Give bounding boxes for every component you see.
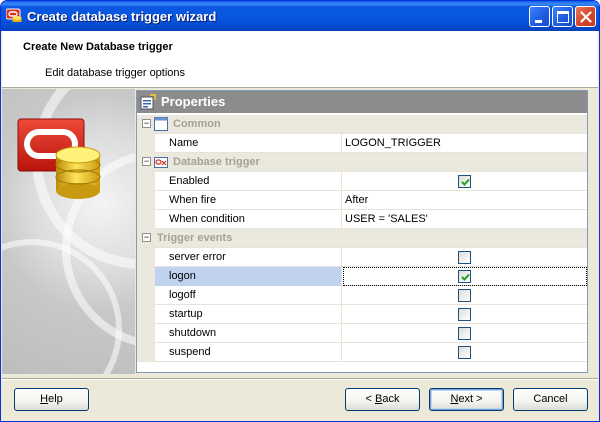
collapse-icon[interactable]: − <box>142 233 151 242</box>
properties-panel: Properties − Common Name LOGON_TRIGGER − <box>136 90 588 373</box>
shutdown-value <box>343 324 587 343</box>
collapse-icon[interactable]: − <box>142 119 151 128</box>
properties-icon <box>140 94 156 110</box>
property-row-when-condition[interactable]: When condition USER = 'SALES' <box>137 210 587 229</box>
property-row-suspend[interactable]: suspend <box>137 343 587 362</box>
property-row-enabled[interactable]: Enabled <box>137 172 587 191</box>
page-title: Create New Database trigger <box>23 41 173 53</box>
property-row-shutdown[interactable]: shutdown <box>137 324 587 343</box>
wizard-header: Create New Database trigger Edit databas… <box>2 31 598 88</box>
enabled-checkbox[interactable] <box>458 175 471 188</box>
common-category-icon <box>154 117 168 131</box>
when-fire-select[interactable]: After <box>343 191 587 210</box>
next-button[interactable]: Next > <box>429 388 504 411</box>
enabled-value <box>343 172 587 191</box>
server-error-value <box>343 248 587 267</box>
database-cylinder-icon <box>17 118 101 199</box>
properties-header: Properties <box>137 91 587 113</box>
close-button[interactable] <box>575 6 596 27</box>
minimize-button[interactable] <box>529 6 550 27</box>
title-bar[interactable]: Create database trigger wizard <box>1 1 599 31</box>
maximize-button[interactable] <box>552 6 573 27</box>
logon-checkbox[interactable] <box>458 270 471 283</box>
back-button[interactable]: < Back <box>345 388 420 411</box>
server-error-checkbox[interactable] <box>458 251 471 264</box>
when-condition-field[interactable]: USER = 'SALES' <box>343 210 587 229</box>
property-row-logon[interactable]: logon <box>137 267 587 286</box>
property-name: When fire <box>155 191 342 210</box>
checkmark-icon <box>461 178 470 186</box>
category-label: Database trigger <box>173 156 260 168</box>
suspend-checkbox[interactable] <box>458 346 471 359</box>
property-row-startup[interactable]: startup <box>137 305 587 324</box>
property-grid: − Common Name LOGON_TRIGGER − Database t… <box>137 115 587 362</box>
startup-checkbox[interactable] <box>458 308 471 321</box>
property-name: Name <box>155 134 342 153</box>
property-name: Enabled <box>155 172 342 191</box>
property-row-when-fire[interactable]: When fire After <box>137 191 587 210</box>
help-button[interactable]: Help <box>14 388 89 411</box>
page-subtitle: Edit database trigger options <box>45 67 186 79</box>
category-trigger-events[interactable]: − Trigger events <box>137 229 587 248</box>
footer-divider <box>2 378 598 380</box>
property-name: When condition <box>155 210 342 229</box>
property-row-logoff[interactable]: logoff <box>137 286 587 305</box>
wizard-side-image <box>2 89 135 374</box>
property-name: logon <box>155 267 342 286</box>
window-title: Create database trigger wizard <box>27 9 217 24</box>
category-label: Common <box>173 118 221 130</box>
property-name: suspend <box>155 343 342 362</box>
shutdown-checkbox[interactable] <box>458 327 471 340</box>
logon-value <box>343 267 587 286</box>
name-value-field[interactable]: LOGON_TRIGGER <box>343 134 587 153</box>
checkmark-icon <box>461 273 470 281</box>
property-name: server error <box>155 248 342 267</box>
close-icon <box>580 11 592 23</box>
wizard-window: Create database trigger wizard Create Ne… <box>0 0 600 422</box>
suspend-value <box>343 343 587 362</box>
property-name: shutdown <box>155 324 342 343</box>
category-database-trigger[interactable]: − Database trigger <box>137 153 587 172</box>
oracle-trigger-icon[interactable] <box>6 8 22 24</box>
category-common[interactable]: − Common <box>137 115 587 134</box>
property-name: startup <box>155 305 342 324</box>
property-row-name[interactable]: Name LOGON_TRIGGER <box>137 134 587 153</box>
collapse-icon[interactable]: − <box>142 157 151 166</box>
cancel-button[interactable]: Cancel <box>513 388 588 411</box>
properties-title: Properties <box>161 94 226 109</box>
maximize-icon <box>557 11 569 23</box>
startup-value <box>343 305 587 324</box>
logoff-checkbox[interactable] <box>458 289 471 302</box>
logoff-value <box>343 286 587 305</box>
database-trigger-category-icon <box>154 157 168 168</box>
minimize-icon <box>535 20 542 23</box>
category-label: Trigger events <box>157 232 233 244</box>
property-name: logoff <box>155 286 342 305</box>
property-row-server-error[interactable]: server error <box>137 248 587 267</box>
